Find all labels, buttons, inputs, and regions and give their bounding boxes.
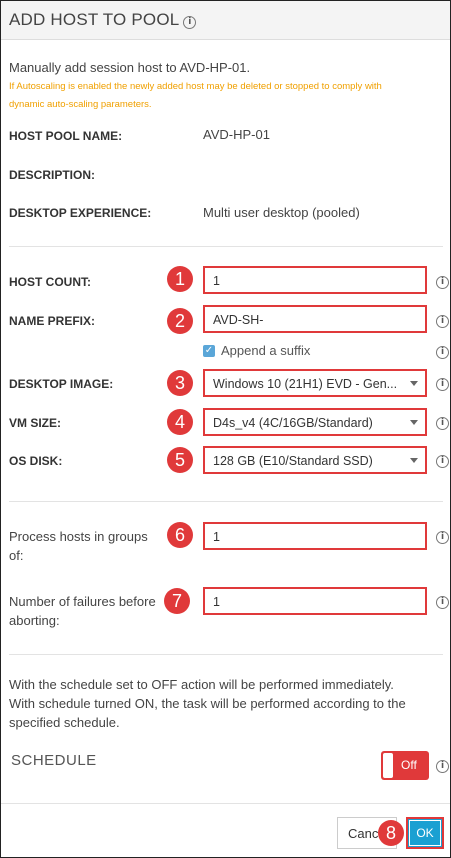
footer-divider bbox=[1, 803, 450, 804]
desktop-image-select[interactable]: Windows 10 (21H1) EVD - Gen... bbox=[203, 369, 427, 397]
groups-input[interactable]: 1 bbox=[203, 522, 427, 550]
host-count-input[interactable]: 1 bbox=[203, 266, 427, 294]
failures-input[interactable]: 1 bbox=[203, 587, 427, 615]
schedule-note-line2: With schedule turned ON, the task will b… bbox=[9, 696, 406, 711]
chevron-down-icon bbox=[410, 381, 418, 386]
toggle-state: Off bbox=[401, 758, 417, 772]
desktop-experience-label: DESKTOP EXPERIENCE: bbox=[9, 206, 152, 220]
os-disk-selected: 128 GB (E10/Standard SSD) bbox=[213, 454, 373, 468]
vm-size-label: VM SIZE: bbox=[9, 416, 62, 430]
schedule-note-line1: With the schedule set to OFF action will… bbox=[9, 677, 394, 692]
groups-label-line1: Process hosts in groups bbox=[9, 529, 148, 544]
annotation-badge-1: 1 bbox=[167, 266, 193, 292]
description-label: DESCRIPTION: bbox=[9, 168, 96, 182]
divider bbox=[9, 501, 443, 502]
divider bbox=[9, 246, 443, 247]
annotation-badge-8: 8 bbox=[378, 820, 404, 846]
chevron-down-icon bbox=[410, 420, 418, 425]
append-suffix-label: Append a suffix bbox=[221, 343, 311, 358]
annotation-badge-6: 6 bbox=[167, 522, 193, 548]
name-prefix-input[interactable]: AVD-SH- bbox=[203, 305, 427, 333]
divider bbox=[9, 654, 443, 655]
os-disk-label: OS DISK: bbox=[9, 454, 63, 468]
append-suffix-checkbox[interactable]: ✓ bbox=[203, 345, 215, 357]
schedule-toggle[interactable]: Off bbox=[381, 751, 429, 780]
groups-label-line2: of: bbox=[9, 548, 24, 563]
add-host-dialog: ADD HOST TO POOL i Manually add session h… bbox=[0, 0, 451, 858]
host-count-info-icon[interactable]: i bbox=[436, 276, 449, 289]
name-prefix-info-icon[interactable]: i bbox=[436, 315, 449, 328]
host-pool-name-value: AVD-HP-01 bbox=[203, 127, 270, 142]
autoscale-warning-line1: If Autoscaling is enabled the newly adde… bbox=[9, 81, 382, 92]
desktop-image-selected: Windows 10 (21H1) EVD - Gen... bbox=[213, 377, 398, 391]
autoscale-warning-line2: dynamic auto-scaling parameters. bbox=[9, 99, 152, 110]
vm-size-selected: D4s_v4 (4C/16GB/Standard) bbox=[213, 416, 373, 430]
info-icon[interactable]: i bbox=[183, 16, 197, 29]
vm-size-select[interactable]: D4s_v4 (4C/16GB/Standard) bbox=[203, 408, 427, 436]
chevron-down-icon bbox=[410, 458, 418, 463]
append-suffix-info-icon[interactable]: i bbox=[436, 346, 449, 359]
ok-button[interactable]: OK bbox=[406, 817, 444, 849]
schedule-info-icon[interactable]: i bbox=[436, 760, 449, 773]
os-disk-info-icon[interactable]: i bbox=[436, 455, 449, 468]
groups-info-icon[interactable]: i bbox=[436, 531, 449, 544]
desktop-image-info-icon[interactable]: i bbox=[436, 378, 449, 391]
schedule-label: SCHEDULE bbox=[11, 752, 97, 769]
os-disk-select[interactable]: 128 GB (E10/Standard SSD) bbox=[203, 446, 427, 474]
toggle-knob bbox=[383, 753, 393, 778]
failures-label-line2: aborting: bbox=[9, 613, 60, 628]
failures-info-icon[interactable]: i bbox=[436, 596, 449, 609]
schedule-note-line3: specified schedule. bbox=[9, 715, 120, 730]
annotation-badge-3: 3 bbox=[167, 370, 193, 396]
desktop-image-label: DESKTOP IMAGE: bbox=[9, 377, 114, 391]
dialog-subtitle: Manually add session host to AVD-HP-01. bbox=[9, 60, 251, 75]
annotation-badge-5: 5 bbox=[167, 447, 193, 473]
vm-size-info-icon[interactable]: i bbox=[436, 417, 449, 430]
annotation-badge-2: 2 bbox=[167, 308, 193, 334]
desktop-experience-value: Multi user desktop (pooled) bbox=[203, 205, 360, 220]
annotation-badge-7: 7 bbox=[164, 588, 190, 614]
annotation-badge-4: 4 bbox=[167, 409, 193, 435]
host-pool-name-label: HOST POOL NAME: bbox=[9, 129, 123, 143]
failures-label-line1: Number of failures before bbox=[9, 594, 156, 609]
dialog-title: ADD HOST TO POOL i bbox=[9, 10, 197, 30]
name-prefix-label: NAME PREFIX: bbox=[9, 314, 96, 328]
host-count-label: HOST COUNT: bbox=[9, 275, 91, 289]
